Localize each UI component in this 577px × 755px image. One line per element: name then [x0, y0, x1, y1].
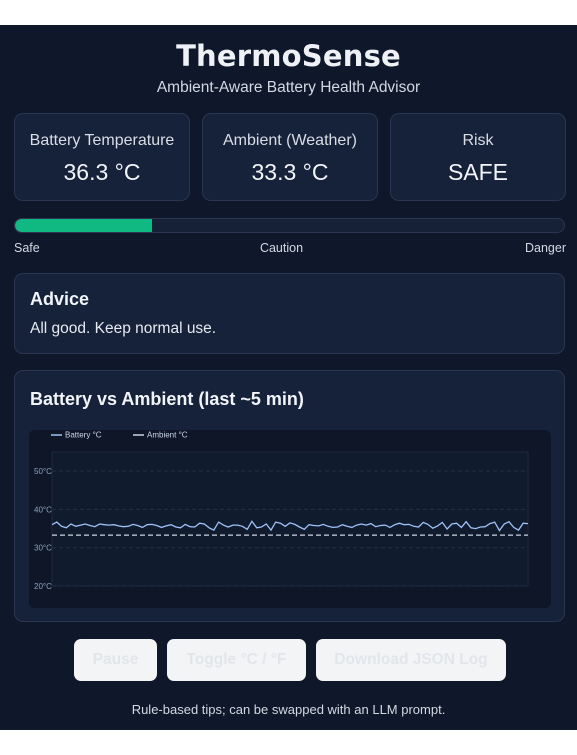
risk-value: SAFE: [447, 159, 509, 185]
battery-temperature-label: Battery Temperature: [29, 132, 175, 149]
risk-scale-danger: Danger: [525, 241, 566, 255]
advice-card: Advice All good. Keep normal use.: [14, 273, 565, 354]
risk-meter: [14, 218, 565, 233]
legend-label: Battery °C: [65, 431, 102, 440]
ambient-weather-label: Ambient (Weather): [223, 132, 357, 149]
risk-meter-fill: [15, 219, 153, 232]
chart-title: Battery vs Ambient (last ~5 min): [30, 389, 304, 409]
advice-title: Advice: [30, 289, 90, 309]
chart-card: Battery vs Ambient (last ~5 min) 20°C 30°…: [14, 370, 565, 622]
pause-button[interactable]: Pause: [74, 639, 157, 681]
y-tick-label: 20°C: [34, 582, 52, 591]
chart-area: 20°C 30°C 40°C 50°C Battery °C Ambient °C: [29, 430, 551, 608]
footer-note: Rule-based tips; can be swapped with an …: [131, 702, 446, 717]
advice-text: All good. Keep normal use.: [30, 320, 217, 337]
ambient-weather-value: 33.3 °C: [251, 159, 329, 185]
battery-temperature-value: 36.3 °C: [63, 159, 141, 185]
plot-area: [51, 451, 529, 587]
ambient-weather-card: Ambient (Weather) 33.3 °C: [202, 113, 378, 201]
battery-temperature-card: Battery Temperature 36.3 °C: [14, 113, 190, 201]
risk-card: Risk SAFE: [390, 113, 566, 201]
app-subtitle: Ambient-Aware Battery Health Advisor: [156, 79, 421, 96]
risk-label: Risk: [462, 132, 494, 149]
download-json-log-button[interactable]: Download JSON Log: [316, 639, 506, 681]
legend-label: Ambient °C: [147, 431, 188, 440]
app-container: ThermoSense Ambient-Aware Battery Health…: [0, 25, 577, 730]
y-tick-label: 30°C: [34, 544, 52, 553]
temperature-chart: 20°C 30°C 40°C 50°C Battery °C Ambient °C: [34, 431, 529, 591]
toggle-units-button[interactable]: Toggle °C / °F: [167, 639, 306, 681]
risk-scale-caution: Caution: [259, 241, 304, 255]
y-tick-label: 50°C: [34, 467, 52, 476]
y-tick-label: 40°C: [34, 505, 52, 514]
app-title: ThermoSense: [176, 39, 401, 73]
